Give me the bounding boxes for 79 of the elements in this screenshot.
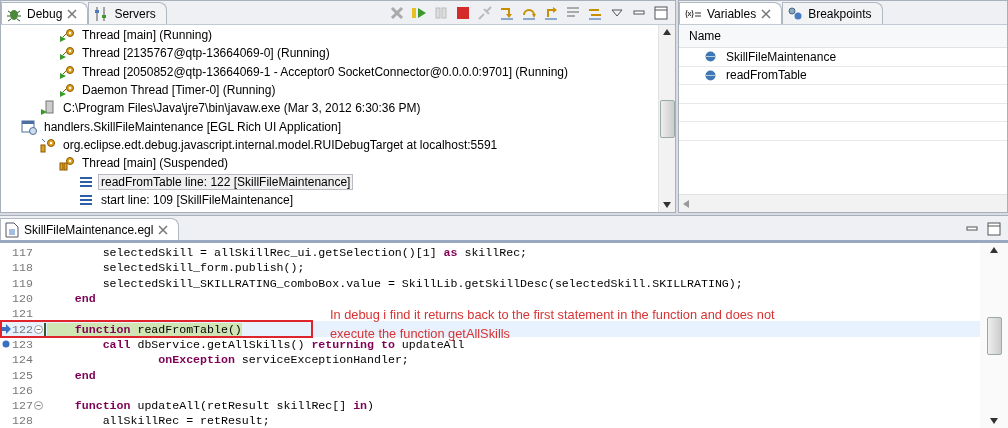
annotation-text: In debug i find it returns back to the first statement in the function and does not xyxy=(330,306,775,323)
close-icon[interactable] xyxy=(158,224,169,235)
scroll-down-icon[interactable] xyxy=(990,418,998,424)
line-number: 120 xyxy=(12,292,34,306)
tree-item[interactable]: readFromTable line: 122 [SkillFileMaintenance] xyxy=(98,173,354,190)
variables-icon xyxy=(684,7,702,20)
remove-terminated-icon[interactable] xyxy=(389,5,405,21)
line-number: 127 xyxy=(12,399,34,413)
running-thread-icon xyxy=(59,82,75,99)
variable-name[interactable]: readFromTable xyxy=(726,68,807,83)
scrollbar[interactable] xyxy=(980,243,1008,428)
tree-item[interactable]: C:\Program Files\Java\jre7\bin\javaw.exe (Mar 3, 2012 6:30:36 PM) xyxy=(60,100,424,117)
line-number: 124 xyxy=(12,353,34,367)
maximize-icon[interactable] xyxy=(653,5,669,21)
breakpoint-icon[interactable] xyxy=(2,340,10,349)
variable-icon xyxy=(705,69,716,81)
line-number: 122 xyxy=(12,322,34,336)
step-into-icon[interactable] xyxy=(499,5,515,21)
scrollbar[interactable] xyxy=(679,194,1007,212)
code-line: end xyxy=(73,368,96,382)
line-number: 123 xyxy=(12,337,34,351)
scrollbar-thumb[interactable] xyxy=(659,99,675,138)
tree-item[interactable]: Daemon Thread [Timer-0] (Running) xyxy=(79,82,279,99)
code-line: allSkillRec = retResult; xyxy=(101,414,270,428)
code-line: selectedSkill_form.publish(); xyxy=(101,261,305,275)
collapse-icon[interactable] xyxy=(34,401,43,411)
tree-item[interactable]: Thread [2135767@qtp-13664069-0] (Running) xyxy=(79,45,333,62)
variable-icon xyxy=(705,51,716,63)
editor-tab[interactable]: SkillFileMaintenance.egl xyxy=(0,218,180,240)
process-icon xyxy=(40,100,56,117)
tree-item[interactable]: Thread [2050852@qtp-13664069-1 - Acceptor0 SocketConnector@0.0.0.0:9701] (Running) xyxy=(79,63,571,80)
disconnect-icon[interactable] xyxy=(477,5,493,21)
close-icon[interactable] xyxy=(761,8,772,19)
running-thread-icon xyxy=(59,63,75,80)
line-number: 126 xyxy=(12,383,34,397)
line-number: 128 xyxy=(12,414,34,428)
scroll-up-icon[interactable] xyxy=(990,247,998,253)
code-line: function updateAll(retResult skillRec[] in) xyxy=(73,399,375,413)
view-tab[interactable]: Debug xyxy=(1,2,89,24)
column-header[interactable]: Name xyxy=(689,29,721,43)
line-number: 117 xyxy=(12,246,34,260)
application-icon xyxy=(21,118,37,135)
line-number: 119 xyxy=(12,276,34,290)
tree-item[interactable]: org.eclipse.edt.debug.javascript.internal.model.RUIDebugTarget at localhost:5591 xyxy=(60,136,501,153)
view-tab[interactable]: Servers xyxy=(88,2,167,24)
running-thread-icon xyxy=(59,45,75,62)
variable-name[interactable]: SkillFileMaintenance xyxy=(726,49,837,64)
instruction-pointer-icon xyxy=(1,324,11,335)
debug-target-icon xyxy=(40,136,56,153)
tree-item[interactable]: handlers.SkillFileMaintenance [EGL Rich UI Application] xyxy=(41,118,345,135)
close-icon[interactable] xyxy=(67,8,78,19)
view-tab[interactable]: Breakpoints xyxy=(782,2,883,24)
scroll-up-icon[interactable] xyxy=(663,29,671,35)
scroll-left-icon[interactable] xyxy=(683,199,689,208)
step-return-icon[interactable] xyxy=(543,5,559,21)
terminate-icon[interactable] xyxy=(455,5,471,21)
running-thread-icon xyxy=(59,27,75,44)
scroll-down-icon[interactable] xyxy=(663,202,671,208)
scrollbar-thumb[interactable] xyxy=(986,316,1002,355)
breakpoints-icon xyxy=(787,5,804,22)
maximize-icon[interactable] xyxy=(986,221,1002,237)
suspend-icon[interactable] xyxy=(433,5,449,21)
tree-item[interactable]: start line: 109 [SkillFileMaintenance] xyxy=(98,191,297,208)
scrollbar[interactable] xyxy=(658,25,675,212)
line-number: 118 xyxy=(12,261,34,275)
file-icon xyxy=(5,221,19,238)
line-number: 121 xyxy=(12,307,34,321)
code-line: onException serviceExceptionHandler; xyxy=(157,353,409,367)
collapse-icon[interactable] xyxy=(34,324,43,334)
view-tab[interactable]: Variables xyxy=(679,2,783,24)
tree-item[interactable]: Thread [main] (Suspended) xyxy=(79,155,232,172)
code-line: function readFromTable() xyxy=(44,322,242,336)
resume-icon[interactable] xyxy=(411,5,427,21)
tree-item[interactable]: Thread [main] (Running) xyxy=(79,27,216,44)
code-line: selectedSkill = allSkillRec_ui.getSelection()[1] as skillRec; xyxy=(101,246,528,260)
code-line: end xyxy=(73,292,96,306)
line-number: 125 xyxy=(12,368,34,382)
suspended-thread-icon xyxy=(59,155,75,172)
code-line: selectedSkill_SKILLRATING_comboBox.value = SkillLib.getSkillDesc(selectedSkill.SKILLRATING); xyxy=(101,276,743,290)
